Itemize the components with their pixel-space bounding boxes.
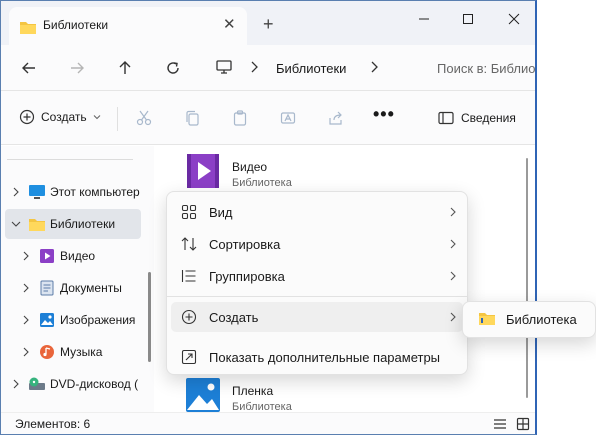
sidebar-item-libraries[interactable]: Библиотеки	[5, 209, 141, 239]
paste-icon[interactable]	[231, 109, 249, 127]
submenu-item-label: Библиотека	[506, 312, 577, 327]
menu-item-label: Группировка	[209, 268, 285, 284]
new-icon	[173, 309, 205, 325]
sidebar-item-pictures[interactable]: Изображения	[15, 305, 141, 335]
content-scrollbar[interactable]	[526, 158, 528, 398]
folder-icon	[19, 19, 37, 38]
sidebar-item-this-pc[interactable]: Этот компьютер	[5, 177, 141, 207]
chevron-down-icon[interactable]	[5, 220, 27, 228]
monitor-icon	[27, 184, 47, 200]
sidebar-item-label: Библиотеки	[50, 217, 116, 231]
add-circle-icon	[19, 109, 35, 125]
command-bar: Создать ••• Сведения	[1, 91, 535, 145]
menu-item-sort[interactable]: Сортировка	[171, 229, 463, 259]
title-bar: Библиотеки ✕ +	[1, 1, 535, 45]
chevron-right-icon[interactable]	[249, 60, 259, 77]
menu-item-label: Создать	[209, 309, 259, 325]
menu-item-group[interactable]: Группировка	[171, 261, 463, 291]
rename-icon[interactable]	[279, 109, 297, 127]
tab-title: Библиотеки	[43, 18, 109, 32]
minimize-button[interactable]	[411, 9, 437, 29]
chevron-right-icon	[443, 206, 463, 218]
sidebar-item-label: Музыка	[60, 345, 103, 359]
menu-item-label: Показать дополнительные параметры	[209, 349, 441, 365]
sidebar-item-label: Изображения	[60, 313, 136, 327]
sidebar-divider	[7, 159, 133, 160]
chevron-right-icon	[443, 270, 463, 282]
sidebar-item-label: Документы	[60, 281, 122, 295]
menu-item-view[interactable]: Вид	[171, 197, 463, 227]
navigation-bar: Библиотеки Поиск в: Библиотеки	[1, 45, 535, 91]
video-icon	[37, 248, 57, 264]
sidebar-item-label: DVD-дисковод (	[50, 377, 139, 391]
sidebar-scrollbar[interactable]	[148, 272, 151, 362]
breadcrumb-libraries[interactable]: Библиотеки	[276, 61, 346, 76]
back-button[interactable]	[19, 58, 39, 78]
video-icon	[184, 152, 222, 193]
tab-libraries[interactable]: Библиотеки ✕	[9, 7, 247, 45]
more-options-icon	[173, 349, 205, 365]
chevron-right-icon	[443, 238, 463, 250]
item-name: Видео	[232, 160, 268, 174]
chevron-right-icon[interactable]	[5, 187, 27, 197]
chevron-down-icon	[93, 115, 100, 120]
create-label: Создать	[41, 110, 87, 124]
status-bar: Элементов: 6	[1, 412, 535, 434]
navigation-pane: Этот компьютер Библиотеки Видео Документ…	[1, 146, 154, 412]
sort-icon	[173, 236, 205, 252]
menu-item-label: Вид	[209, 204, 233, 220]
details-view-icon[interactable]	[493, 417, 507, 434]
dvd-icon	[27, 377, 47, 391]
up-button[interactable]	[115, 58, 135, 78]
menu-item-more-options[interactable]: Показать дополнительные параметры	[171, 342, 463, 372]
close-button[interactable]	[501, 9, 527, 29]
create-button[interactable]: Создать	[19, 109, 101, 125]
chevron-right-icon[interactable]	[369, 60, 379, 77]
item-type: Библиотека	[232, 177, 292, 189]
search-input[interactable]: Поиск в: Библиотеки	[437, 61, 535, 76]
menu-item-new[interactable]: Создать	[171, 302, 463, 332]
menu-item-label: Сортировка	[209, 236, 281, 252]
library-icon	[478, 310, 496, 329]
monitor-icon[interactable]	[215, 58, 233, 79]
sidebar-item-label: Видео	[60, 249, 96, 263]
submenu-item-library[interactable]: Библиотека	[462, 301, 596, 338]
new-tab-button[interactable]: +	[263, 15, 274, 33]
context-menu: Вид Сортировка Группировка Создать Показ…	[166, 191, 468, 375]
cut-icon[interactable]	[135, 109, 153, 127]
chevron-right-icon[interactable]	[15, 347, 37, 357]
refresh-button[interactable]	[163, 58, 183, 78]
menu-separator	[167, 296, 467, 297]
sidebar-item-label: Этот компьютер	[50, 185, 140, 199]
copy-icon[interactable]	[183, 109, 201, 127]
chevron-right-icon[interactable]	[15, 251, 37, 261]
sidebar-item-documents[interactable]: Документы	[15, 273, 141, 303]
more-options-button[interactable]: •••	[373, 104, 395, 125]
music-icon	[37, 344, 57, 360]
pictures-icon	[37, 312, 57, 328]
item-name: Пленка	[232, 384, 274, 398]
item-count: Элементов: 6	[15, 417, 91, 431]
maximize-button[interactable]	[455, 9, 481, 29]
chevron-right-icon[interactable]	[5, 379, 27, 389]
chevron-right-icon	[443, 311, 463, 323]
sidebar-item-dvd[interactable]: DVD-дисковод (	[5, 369, 141, 399]
group-icon	[173, 268, 205, 284]
forward-button[interactable]	[67, 58, 87, 78]
tab-close-button[interactable]: ✕	[223, 17, 236, 32]
sidebar-item-music[interactable]: Музыка	[15, 337, 141, 367]
folder-icon	[27, 217, 47, 232]
chevron-right-icon[interactable]	[15, 283, 37, 293]
details-button[interactable]: Сведения	[438, 111, 516, 125]
view-grid-icon	[173, 204, 205, 220]
tiles-view-icon[interactable]	[516, 417, 530, 434]
details-pane-icon	[438, 111, 454, 125]
command-separator	[117, 107, 118, 131]
share-icon[interactable]	[327, 109, 345, 127]
pictures-icon	[184, 376, 222, 415]
chevron-right-icon[interactable]	[15, 315, 37, 325]
sidebar-item-video[interactable]: Видео	[15, 241, 141, 271]
details-label: Сведения	[461, 111, 516, 125]
documents-icon	[37, 280, 57, 296]
